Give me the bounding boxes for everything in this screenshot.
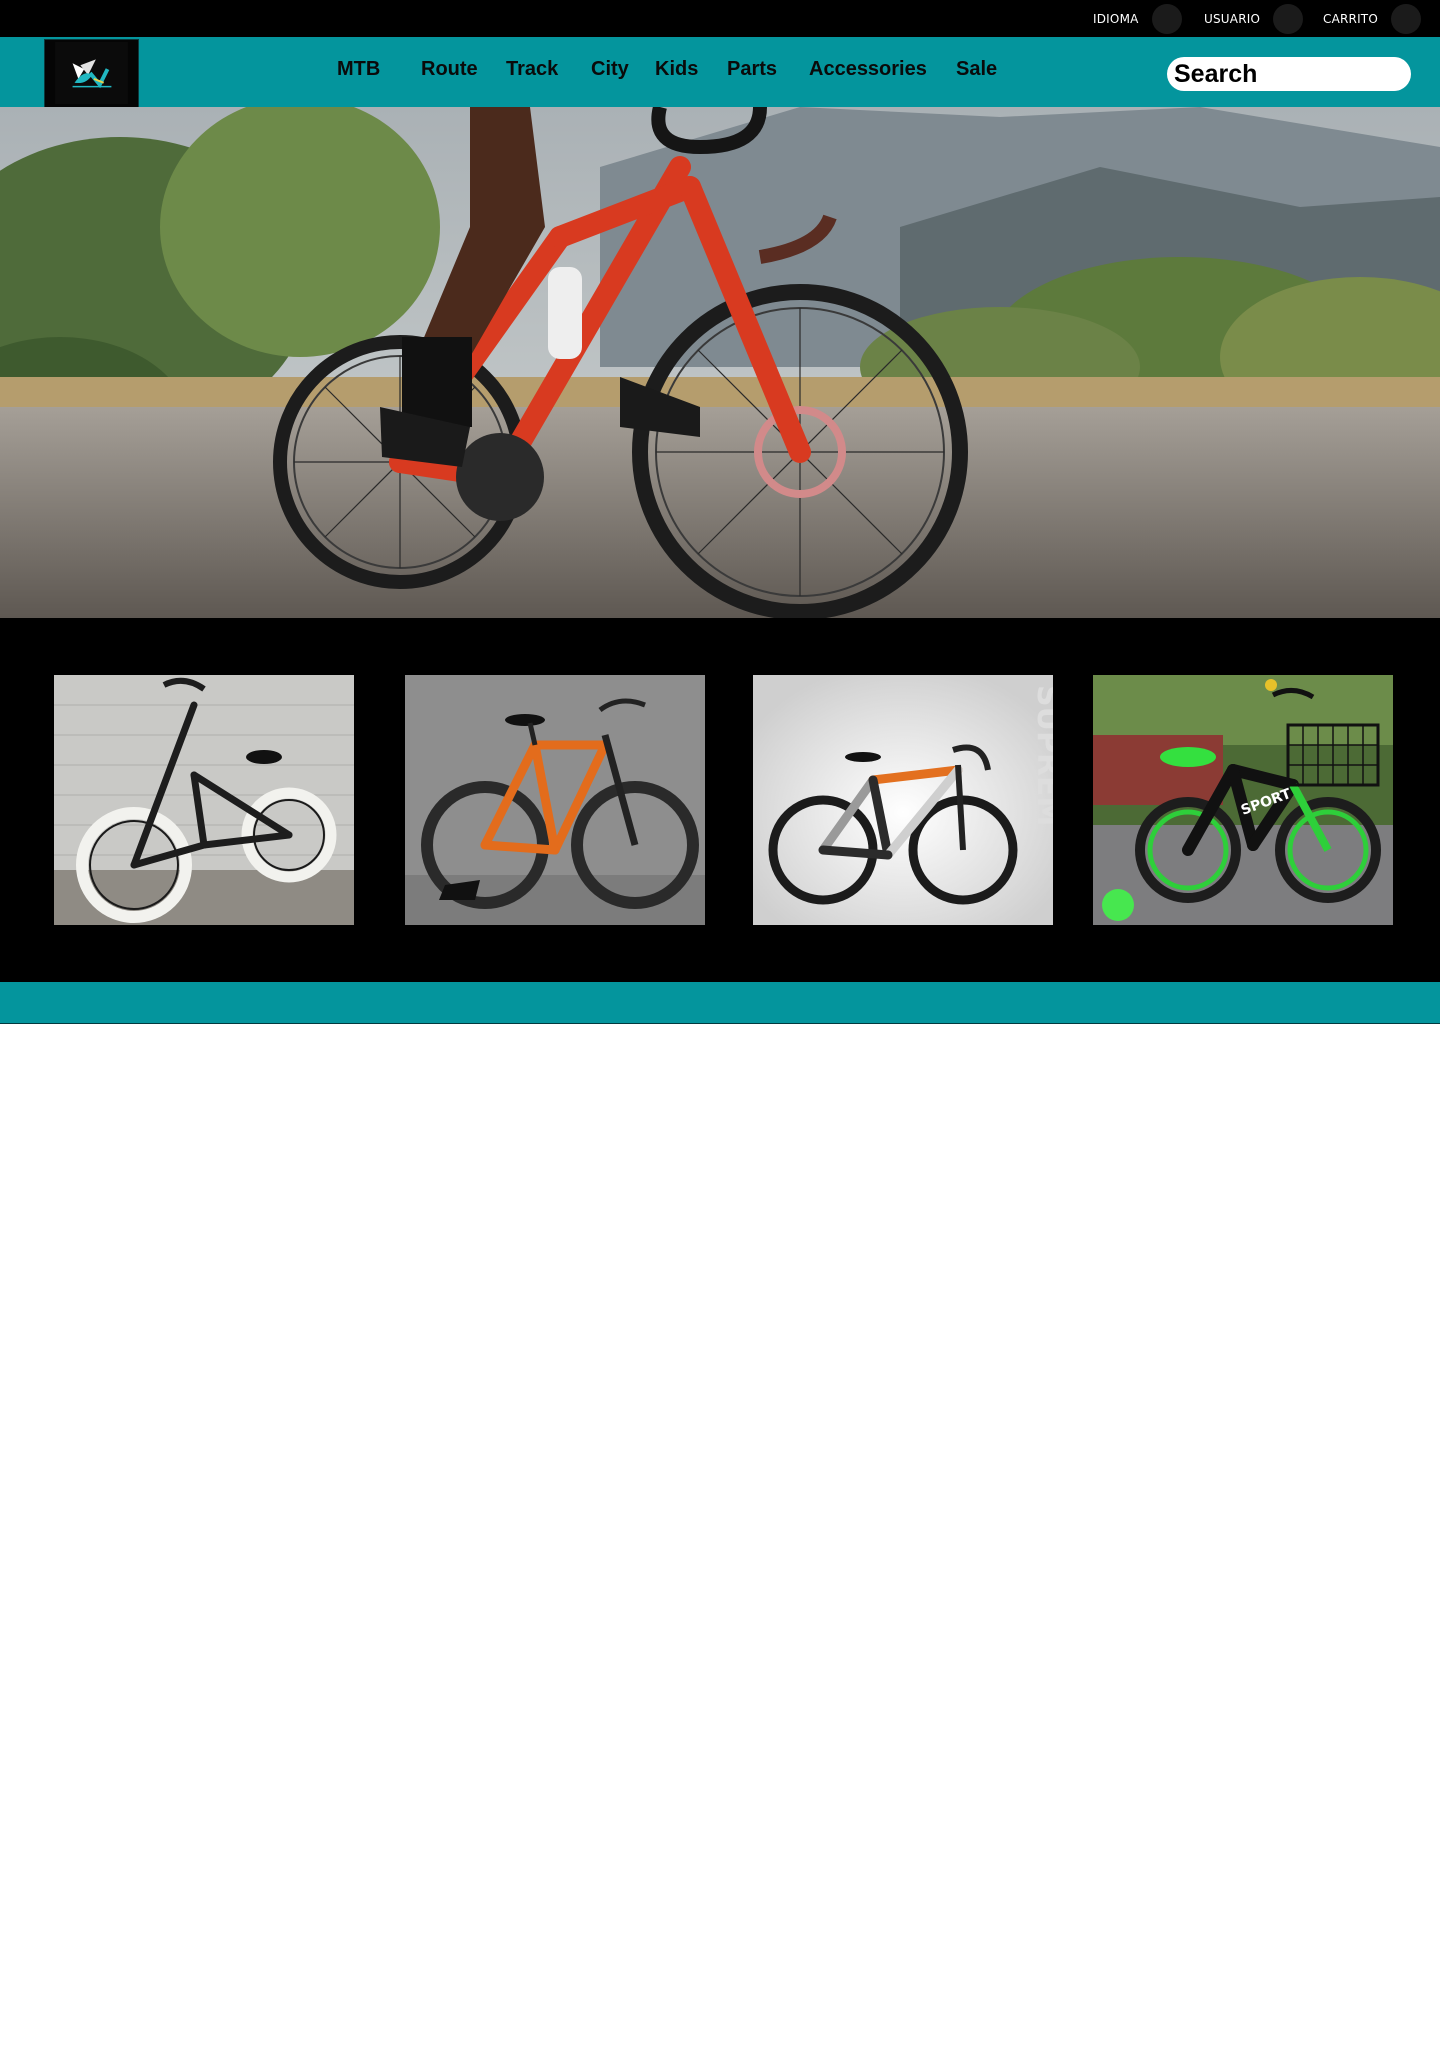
logo-icon: [45, 40, 138, 107]
language-label: IDIOMA: [1093, 12, 1139, 26]
user-label: USUARIO: [1204, 12, 1261, 26]
road-bike-image: SUPREM: [753, 675, 1053, 925]
supreme-watermark: SUPREM: [1030, 685, 1053, 826]
nav-mtb[interactable]: MTB: [337, 58, 380, 81]
product-card-bmx[interactable]: [54, 675, 354, 925]
user-icon[interactable]: [1273, 4, 1304, 34]
language-icon[interactable]: [1151, 4, 1182, 34]
search-input[interactable]: [1167, 57, 1411, 91]
nav-city[interactable]: City: [591, 58, 629, 81]
kids-bike-image: SPORT: [1093, 675, 1393, 925]
featured-products-strip: SUPREM SPORT: [0, 618, 1440, 982]
product-card-kids[interactable]: SPORT: [1093, 675, 1393, 925]
hero-cyclist-image: [0, 107, 1440, 618]
teal-divider-band: [0, 982, 1440, 1024]
cart-menu[interactable]: CARRITO: [1323, 4, 1421, 34]
language-selector[interactable]: IDIOMA: [1093, 4, 1182, 34]
user-menu[interactable]: USUARIO: [1204, 4, 1304, 34]
main-header: MTB Route Track City Kids Parts Accessor…: [0, 37, 1440, 108]
nav-parts[interactable]: Parts: [727, 58, 777, 81]
nav-track[interactable]: Track: [506, 58, 558, 81]
bmx-bike-image: [54, 675, 354, 925]
orange-mountain-bike-image: [405, 675, 705, 925]
nav-accessories[interactable]: Accessories: [809, 58, 927, 81]
site-logo[interactable]: [44, 39, 139, 108]
nav-sale[interactable]: Sale: [956, 58, 997, 81]
product-card-mtb[interactable]: [405, 675, 705, 925]
top-utility-bar: IDIOMA USUARIO CARRITO: [0, 0, 1440, 37]
product-card-road[interactable]: SUPREM: [753, 675, 1053, 925]
cart-label: CARRITO: [1323, 12, 1378, 26]
cart-icon[interactable]: [1390, 4, 1421, 34]
nav-route[interactable]: Route: [421, 58, 478, 81]
nav-kids[interactable]: Kids: [655, 58, 698, 81]
hero-banner: [0, 107, 1440, 618]
